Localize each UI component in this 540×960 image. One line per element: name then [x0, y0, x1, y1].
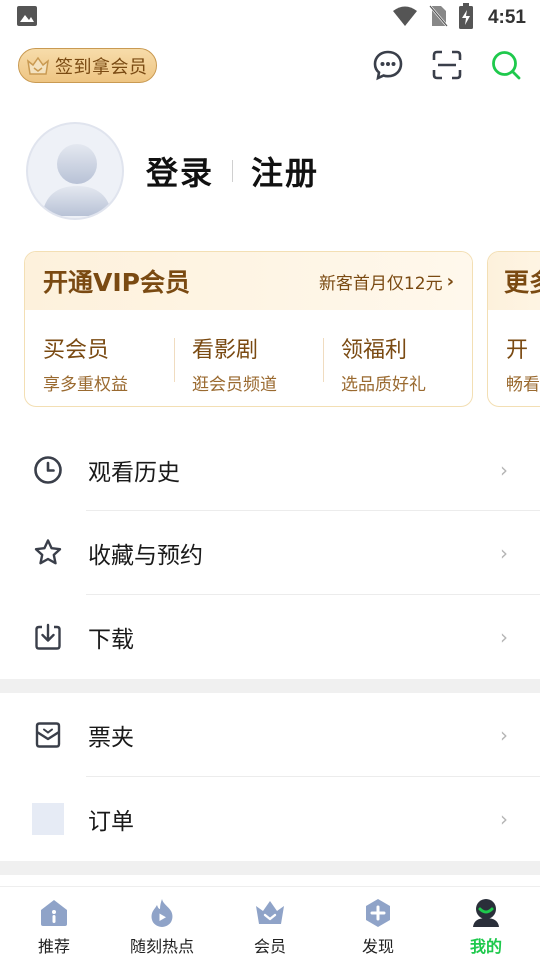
search-button[interactable]: [489, 50, 523, 84]
vip-col-title: 开: [506, 338, 529, 363]
vip-col-subtitle: 逛会员频道: [192, 375, 277, 395]
menu-label: 订单: [88, 809, 134, 835]
vip-card-2-header[interactable]: 更多: [488, 252, 540, 310]
vip-card-title: 开通VIP会员: [43, 268, 190, 297]
chevron-right-icon: ›: [446, 270, 454, 292]
vip-promo-text: 新客首月仅12元: [318, 273, 443, 294]
chevron-right-icon: ›: [500, 625, 508, 649]
nav-tab-recommend[interactable]: 推荐: [0, 887, 108, 960]
crown-icon: [25, 53, 51, 79]
avatar[interactable]: [26, 122, 124, 220]
section-gap: [0, 861, 540, 875]
chat-bubble-icon: [372, 49, 404, 85]
profile-icon: [470, 897, 502, 929]
checkin-label: 签到拿会员: [55, 56, 148, 78]
battery-charging-icon: [458, 3, 474, 33]
status-bar: 4:51: [0, 0, 540, 36]
nav-tab-mine[interactable]: 我的: [432, 887, 540, 960]
star-icon: [32, 537, 64, 569]
vip-buy-membership[interactable]: 买会员 享多重权益: [25, 332, 174, 395]
nav-label: 会员: [253, 937, 286, 956]
nav-tab-hot[interactable]: 随刻热点: [108, 887, 216, 960]
discover-icon: [362, 897, 394, 929]
vip-card-2-title: 更多: [504, 268, 540, 297]
nav-tab-discover[interactable]: 发现: [324, 887, 432, 960]
login-separator: [232, 160, 234, 182]
search-icon: [490, 49, 522, 85]
nav-label: 发现: [361, 937, 394, 956]
menu-label: 票夹: [88, 725, 134, 751]
chevron-right-icon: ›: [500, 458, 508, 482]
login-button[interactable]: 登录: [146, 148, 214, 194]
chevron-right-icon: ›: [500, 807, 508, 831]
vip-col-title: 看影剧: [192, 338, 259, 363]
nav-label: 我的: [469, 937, 502, 956]
checkin-button[interactable]: 签到拿会员: [18, 48, 157, 83]
section-gap: [0, 679, 540, 693]
menu-item-watch-history[interactable]: 观看历史 ›: [0, 428, 540, 512]
order-icon: [32, 803, 64, 835]
menu-item-download[interactable]: 下载 ›: [0, 595, 540, 679]
no-sim-icon: [428, 4, 448, 32]
scan-icon: [431, 49, 463, 85]
wifi-icon: [392, 5, 418, 31]
message-button[interactable]: [371, 50, 405, 84]
nav-label: 推荐: [37, 937, 70, 956]
nav-label: 随刻热点: [129, 937, 194, 956]
menu-label: 收藏与预约: [88, 543, 203, 569]
vip-watch-shows[interactable]: 看影剧 逛会员频道: [174, 332, 323, 395]
vip-card[interactable]: 开通VIP会员 新客首月仅12元 › 买会员 享多重权益 看影剧 逛会员频道 领…: [24, 251, 473, 407]
vip-card-2-column[interactable]: 开 畅看: [488, 332, 540, 395]
menu-label: 下载: [88, 627, 134, 653]
vip-col-title: 买会员: [43, 338, 110, 363]
vip-col-subtitle: 选品质好礼: [341, 375, 426, 395]
home-icon: [38, 897, 70, 929]
status-time: 4:51: [487, 7, 526, 28]
vip-card-2[interactable]: 更多 开 畅看: [487, 251, 540, 407]
nav-tab-vip[interactable]: 会员: [216, 887, 324, 960]
ticket-folder-icon: [32, 719, 64, 751]
vip-promo[interactable]: 新客首月仅12元 ›: [319, 269, 454, 294]
top-bar: 签到拿会员: [0, 46, 540, 88]
vip-col-subtitle: 享多重权益: [43, 375, 128, 395]
gallery-icon: [16, 5, 38, 31]
vip-card-header[interactable]: 开通VIP会员 新客首月仅12元 ›: [25, 252, 472, 310]
menu-item-orders[interactable]: 订单 ›: [0, 777, 540, 861]
vip-col-subtitle: 畅看: [506, 375, 540, 395]
register-button[interactable]: 注册: [251, 148, 319, 194]
download-icon: [32, 621, 64, 653]
menu-item-favorites[interactable]: 收藏与预约 ›: [0, 511, 540, 595]
scan-button[interactable]: [430, 50, 464, 84]
vip-get-benefits[interactable]: 领福利 选品质好礼: [323, 332, 472, 395]
default-avatar-icon: [42, 144, 112, 216]
bottom-nav: 推荐 随刻热点 会员 发现 我的: [0, 886, 540, 960]
crown-icon: [254, 897, 286, 929]
chevron-right-icon: ›: [500, 723, 508, 747]
chevron-right-icon: ›: [500, 541, 508, 565]
vip-col-title: 领福利: [341, 338, 408, 363]
menu-label: 观看历史: [88, 460, 180, 486]
profile-section: 登录 注册: [26, 122, 526, 220]
flame-icon: [146, 897, 178, 929]
menu-item-ticket-folder[interactable]: 票夹 ›: [0, 693, 540, 777]
clock-icon: [32, 454, 64, 486]
